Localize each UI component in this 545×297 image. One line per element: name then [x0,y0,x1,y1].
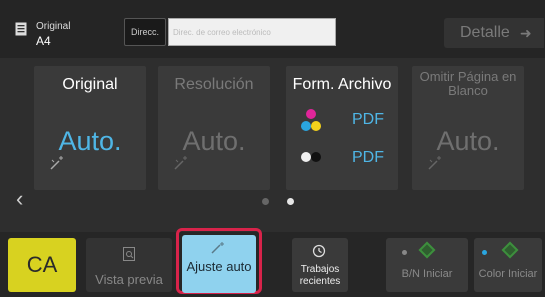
tile-original-value: Auto. [58,126,122,156]
tile-skip-blank-title: Omitir Página en Blanco [419,69,517,98]
auto-set-button[interactable]: Ajuste auto [182,235,256,293]
mono-dot-icon [402,250,407,255]
page-dot-1[interactable] [262,198,269,205]
bw-start-label: B/N Iniciar [401,268,453,280]
original-size: A4 [36,34,51,48]
tile-resolution-title: Resolución [174,76,254,93]
color-dots-icon [301,109,321,131]
tile-skip-blank-value: Auto. [436,126,500,156]
magic-wand-icon [50,156,63,170]
magnifier-document-icon [123,247,135,261]
magic-wand-icon [174,156,187,170]
address-book-button[interactable]: Direcc. [124,18,166,46]
tile-resolution[interactable]: Resolución Auto. [158,66,270,190]
tile-file-format[interactable]: Form. Archivo PDF PDF [286,66,398,190]
color-pdf-label: PDF [352,111,384,128]
mono-pdf-label: PDF [352,149,384,166]
page-dot-2-active[interactable] [287,198,294,205]
history-clock-icon [312,244,326,258]
detail-label: Detalle [460,24,510,41]
tile-file-format-title: Form. Archivo [292,76,392,93]
mono-dots-icon [301,152,321,162]
mono-pdf-row: PDF [300,146,390,172]
email-address-input[interactable] [168,18,336,46]
original-title: Original [36,21,71,32]
auto-set-label: Ajuste auto [186,259,252,274]
preview-label: Vista previa [95,272,163,287]
top-bar: Original A4 Direcc. Detalle ➜ [0,0,545,58]
tile-original[interactable]: Original Auto. [34,66,146,190]
tile-original-title: Original [62,76,118,93]
detail-button[interactable]: Detalle ➜ [444,18,544,48]
magic-wand-icon [428,156,441,170]
color-start-label: Color Iniciar [478,268,538,280]
preview-button[interactable]: Vista previa [86,238,172,292]
scan-to-email-screen: Original A4 Direcc. Detalle ➜ Original A… [0,0,545,297]
color-dot-icon [482,250,487,255]
start-diamond-icon [501,241,519,259]
document-icon [15,22,27,36]
color-start-button[interactable]: Color Iniciar [474,238,542,292]
tile-skip-blank-page[interactable]: Omitir Página en Blanco Auto. [412,66,524,190]
tile-resolution-value: Auto. [182,126,246,156]
recent-jobs-button[interactable]: Trabajos recientes [292,238,348,292]
magic-wand-icon [211,242,224,254]
clear-all-button[interactable]: CA [8,238,76,292]
arrow-right-icon: ➜ [519,24,532,41]
color-pdf-row: PDF [300,108,390,134]
previous-page-arrow[interactable]: ‹ [16,188,32,210]
original-info[interactable]: Original A4 [10,10,110,50]
bw-start-button[interactable]: B/N Iniciar [386,238,468,292]
start-diamond-icon [418,241,436,259]
recent-jobs-label: Trabajos recientes [299,264,341,287]
